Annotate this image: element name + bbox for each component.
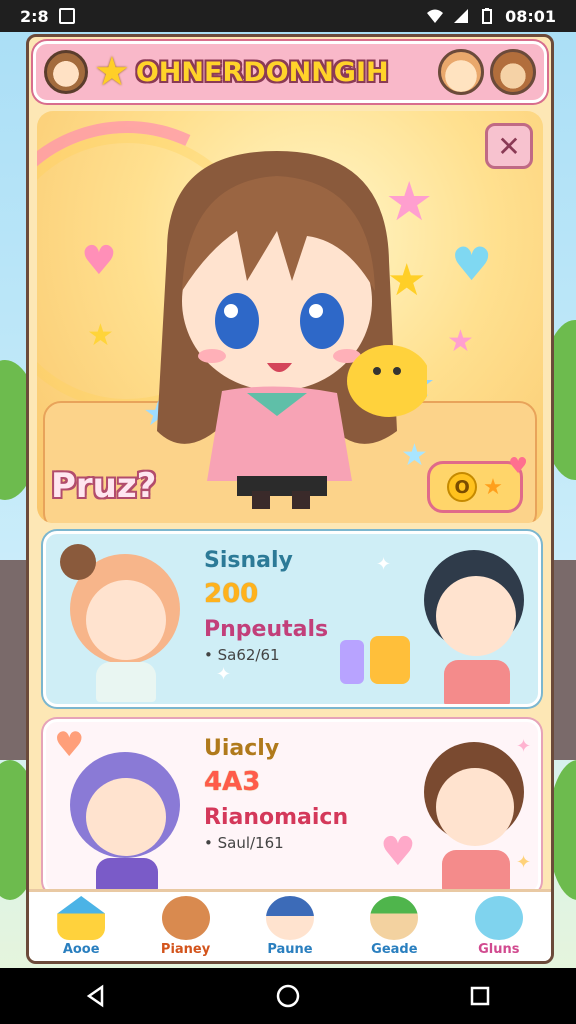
nav-item-home[interactable]: Aooe: [36, 896, 126, 957]
status-time: 08:01: [505, 6, 556, 26]
score-label: Pruz?: [51, 466, 157, 506]
cat-mascot-icon: [438, 49, 484, 95]
app-header: ★ OHNERDONNGIH: [33, 41, 547, 103]
bear-mascot-icon: [490, 49, 536, 95]
card-subtitle: Pnpeutals: [204, 617, 329, 642]
nav-label: Pianey: [160, 942, 211, 957]
heart-icon: ♥: [81, 238, 117, 284]
sparkle-icon: ✦: [516, 736, 532, 757]
star-icon: ★: [87, 318, 114, 353]
card-title: Sisnaly: [204, 548, 293, 573]
app-panel: ★ OHNERDONNGIH ♥ ★ ♥ ★ ★ ★ ★ ★ ★: [26, 34, 554, 964]
system-nav-bar: [0, 968, 576, 1024]
nav-item-geade[interactable]: Geade: [349, 896, 439, 957]
heart-icon: ♥: [380, 829, 416, 875]
chibi-girl-illustration: [60, 544, 190, 704]
sparkle-icon: ✦: [216, 664, 232, 685]
card-value: 4A3: [204, 767, 261, 797]
sparkle-icon: ✦: [516, 852, 532, 873]
nav-item-paune[interactable]: Paune: [245, 896, 335, 957]
jar-icon: [340, 630, 410, 690]
nav-label: Gluns: [478, 942, 520, 957]
bear-icon: [161, 896, 210, 940]
hero-character-illustration: [157, 151, 427, 509]
close-icon: ✕: [497, 129, 521, 163]
app-title: OHNERDONNGIH: [135, 56, 389, 88]
nav-item-pianey[interactable]: Pianey: [141, 896, 231, 957]
activity-card[interactable]: Sisnaly 200 Pnpeutals • Sa62/61 ✦ ✦: [43, 531, 541, 707]
coin-button[interactable]: O ★ ♥: [427, 454, 528, 513]
house-icon: [57, 896, 106, 940]
wifi-icon: [427, 9, 444, 23]
nav-label: Aooe: [62, 942, 100, 957]
card-title: Uiacly: [204, 736, 280, 761]
coin-value: O: [447, 472, 478, 502]
back-button[interactable]: [81, 981, 111, 1011]
back-icon: [86, 984, 104, 1008]
star-icon: ★: [447, 324, 474, 359]
card-subtitle: Rianomaicn: [204, 805, 349, 830]
bottom-nav: Aooe Pianey Paune Geade Gluns: [29, 889, 551, 961]
star-icon: ★: [483, 474, 503, 500]
heart-icon: ♥: [451, 237, 493, 291]
home-button[interactable]: [273, 981, 303, 1011]
nav-label: Geade: [371, 942, 418, 957]
heart-icon: ♥: [508, 454, 528, 479]
status-left-text: 2:8: [20, 6, 49, 26]
status-bar: 2:8 08:01: [0, 0, 576, 32]
chibi-boy-illustration: [418, 550, 538, 704]
frog-icon: [370, 896, 419, 940]
card-value: 200: [204, 579, 259, 609]
battery-icon: [482, 8, 493, 24]
nav-label: Paune: [267, 942, 313, 957]
recents-icon: [470, 986, 490, 1006]
activity-card[interactable]: ♥ Uiacly 4A3 Rianomaicn • Saul/161 ♥ ✦ ✦: [43, 719, 541, 895]
recents-button[interactable]: [465, 981, 495, 1011]
star-icon: ★: [94, 49, 130, 95]
app-notification-icon: [58, 8, 75, 24]
signal-icon: [454, 9, 469, 23]
player-avatar[interactable]: [44, 50, 88, 94]
bunny-icon: [474, 896, 523, 940]
nav-item-gluns[interactable]: Gluns: [454, 896, 544, 957]
card-meta: • Sa62/61: [204, 646, 280, 664]
hero-card: ♥ ★ ♥ ★ ★ ★ ★ ★ ★: [37, 111, 543, 523]
sparkle-icon: ✦: [376, 554, 392, 575]
home-icon: [276, 984, 300, 1008]
close-button[interactable]: ✕: [485, 123, 533, 169]
ninja-icon: [265, 896, 314, 940]
chibi-purple-hair-illustration: [64, 742, 194, 892]
card-meta: • Saul/161: [204, 834, 284, 852]
